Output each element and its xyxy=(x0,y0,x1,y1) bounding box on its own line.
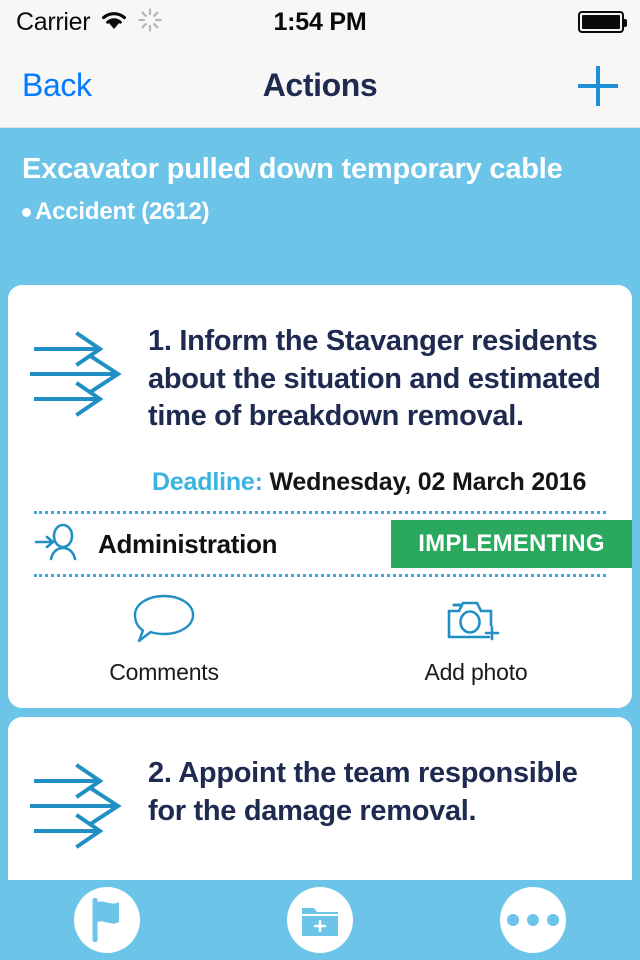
bullet-dot-icon xyxy=(22,207,31,217)
action-buttons-row: Comments Add photo xyxy=(8,577,632,708)
action-deadline: Deadline: Wednesday, 02 March 2016 xyxy=(126,436,632,511)
triple-arrow-icon xyxy=(30,323,148,436)
tab-bar xyxy=(0,880,640,960)
deadline-value: Wednesday, 02 March 2016 xyxy=(269,468,587,497)
incident-banner[interactable]: Excavator pulled down temporary cable Ac… xyxy=(0,128,640,253)
back-button[interactable]: Back xyxy=(22,67,92,104)
action-text: 2. Appoint the team responsible for the … xyxy=(148,757,578,827)
comments-label: Comments xyxy=(109,659,219,686)
flag-icon xyxy=(73,887,140,953)
camera-add-icon xyxy=(445,595,507,650)
wifi-icon xyxy=(100,9,128,35)
status-bar: Carrier 1:54 PM xyxy=(0,0,640,44)
action-card-header: 1. Inform the Stavanger residents about … xyxy=(8,285,632,436)
assignee-row[interactable]: Administration IMPLEMENTING xyxy=(8,514,632,574)
tab-new-folder[interactable] xyxy=(213,887,426,953)
app-root: Carrier 1:54 PM Back Actions Excavator p… xyxy=(0,0,640,960)
tab-flag[interactable] xyxy=(0,887,213,953)
action-card[interactable]: 1. Inform the Stavanger residents about … xyxy=(8,285,632,709)
incident-title: Excavator pulled down temporary cable xyxy=(22,153,563,185)
page-title: Actions xyxy=(262,67,378,103)
comments-button[interactable]: Comments xyxy=(8,593,320,686)
assignee-name: Administration xyxy=(98,528,278,559)
navigation-bar: Back Actions xyxy=(0,44,640,128)
add-photo-label: Add photo xyxy=(424,659,528,686)
comment-bubble-icon xyxy=(131,593,197,650)
battery-full-icon xyxy=(578,11,627,33)
incident-type-label: Accident (2612) xyxy=(35,198,210,226)
assign-person-icon xyxy=(34,522,82,567)
status-bar-right xyxy=(578,11,627,33)
status-badge[interactable]: IMPLEMENTING xyxy=(391,520,632,569)
action-card-header: 2. Appoint the team responsible for the … xyxy=(8,717,632,854)
deadline-label: Deadline: xyxy=(152,468,263,497)
add-photo-button[interactable]: Add photo xyxy=(320,593,632,686)
activity-spinner-icon xyxy=(138,7,162,37)
actions-list[interactable]: 1. Inform the Stavanger residents about … xyxy=(0,285,640,960)
incident-type: Accident (2612) xyxy=(22,198,618,226)
ellipsis-icon xyxy=(500,887,567,953)
plus-icon[interactable] xyxy=(578,65,618,106)
status-bar-left: Carrier xyxy=(16,8,162,37)
action-text: 1. Inform the Stavanger residents about … xyxy=(148,325,601,433)
triple-arrow-icon xyxy=(30,755,148,854)
carrier-label: Carrier xyxy=(16,7,91,36)
folder-add-icon xyxy=(286,887,353,953)
tab-more[interactable] xyxy=(427,887,640,953)
